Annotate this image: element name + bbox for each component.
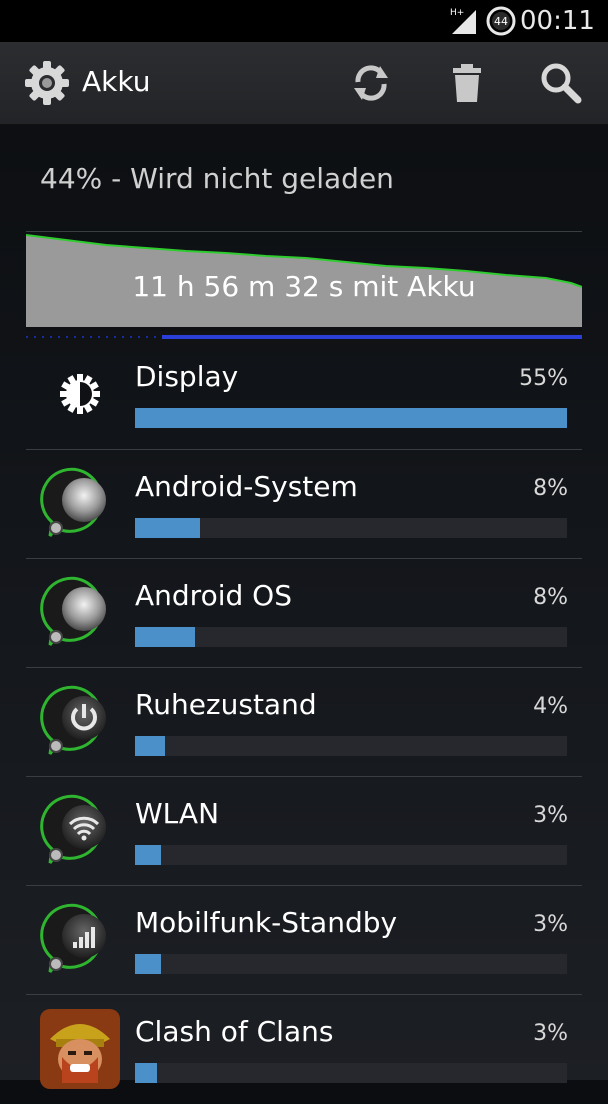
usage-bar-fill (135, 518, 200, 538)
usage-item-name: Android-System (135, 470, 358, 503)
usage-item-android-os[interactable]: Android OS 8% (26, 558, 582, 668)
usage-item-percent: 4% (533, 694, 568, 719)
refresh-icon[interactable] (346, 58, 396, 108)
android-system-icon (40, 464, 120, 544)
clock: 00:11 (520, 6, 595, 36)
usage-item-wlan[interactable]: WLAN 3% (26, 776, 582, 886)
status-bar: H+ 44 00:11 (0, 0, 608, 42)
usage-bar-track (135, 736, 567, 756)
wifi-icon (40, 791, 120, 871)
action-bar: Akku (0, 42, 608, 125)
usage-item-display[interactable]: Display 55% (26, 340, 582, 449)
settings-gear-icon[interactable] (22, 58, 72, 108)
battery-level-label: 44 (494, 15, 508, 28)
usage-bar-fill (135, 1063, 157, 1083)
usage-bar-track (135, 627, 567, 647)
usage-item-name: WLAN (135, 797, 220, 830)
usage-bar-track (135, 408, 567, 428)
usage-bar-fill (135, 408, 567, 428)
usage-item-name: Ruhezustand (135, 688, 317, 721)
usage-bar-track (135, 845, 567, 865)
cell-signal-icon (40, 900, 120, 980)
usage-item-percent: 3% (533, 803, 568, 828)
brightness-icon (40, 354, 120, 434)
trash-icon[interactable] (442, 58, 492, 108)
usage-item-name: Mobilfunk-Standby (135, 906, 398, 939)
usage-item-android-system[interactable]: Android-System 8% (26, 449, 582, 559)
battery-status-text: 44% - Wird nicht geladen (40, 162, 394, 195)
usage-item-mobilfunk-standby[interactable]: Mobilfunk-Standby 3% (26, 885, 582, 995)
battery-icon: 44 (486, 6, 516, 36)
usage-item-clash-of-clans[interactable]: Clash of Clans 3% (26, 994, 582, 1104)
power-icon (40, 682, 120, 762)
usage-item-name: Clash of Clans (135, 1015, 334, 1048)
usage-item-percent: 3% (533, 1021, 568, 1046)
battery-time-label: 11 h 56 m 32 s mit Akku (132, 270, 476, 303)
usage-item-ruhezustand[interactable]: Ruhezustand 4% (26, 667, 582, 777)
search-icon[interactable] (536, 58, 586, 108)
page-title: Akku (82, 65, 151, 98)
usage-item-name: Display (135, 360, 239, 393)
usage-bar-fill (135, 954, 161, 974)
usage-item-percent: 8% (533, 585, 568, 610)
usage-bar-track (135, 518, 567, 538)
network-type-label: H+ (450, 8, 464, 18)
usage-item-percent: 55% (519, 366, 568, 391)
usage-bar-fill (135, 627, 196, 647)
usage-bar-track (135, 954, 567, 974)
mobile-signal-icon: H+ (450, 8, 476, 34)
usage-bar-track (135, 1063, 567, 1083)
usage-item-percent: 3% (533, 912, 568, 937)
usage-item-percent: 8% (533, 476, 568, 501)
usage-bar-fill (135, 736, 166, 756)
clash-of-clans-app-icon (40, 1009, 120, 1089)
android-os-icon (40, 573, 120, 653)
usage-bar-fill (135, 845, 161, 865)
usage-item-name: Android OS (135, 579, 292, 612)
